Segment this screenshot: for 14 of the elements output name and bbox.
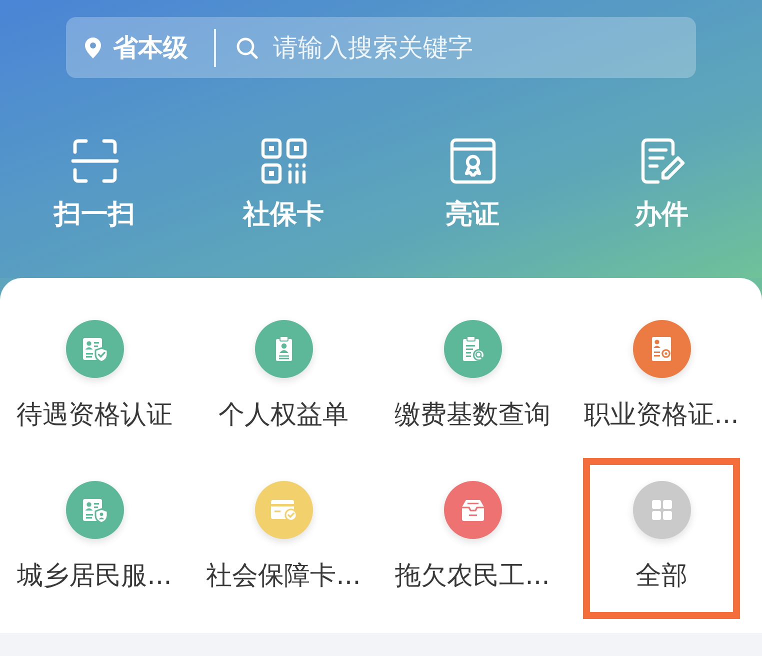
- service-button[interactable]: 全部: [583, 458, 740, 619]
- service-button[interactable]: 缴费基数查询: [381, 297, 564, 458]
- service-button[interactable]: 社会保障卡...: [192, 458, 375, 619]
- service-button[interactable]: 拖欠农民工...: [381, 458, 564, 619]
- service-button[interactable]: 城乡居民服...: [3, 458, 186, 619]
- scan-icon: [70, 137, 118, 185]
- service-button[interactable]: 待遇资格认证: [3, 297, 186, 458]
- search-icon: [236, 36, 258, 58]
- certificate-icon: [448, 137, 496, 185]
- service-button[interactable]: 个人权益单: [192, 297, 375, 458]
- location-pin-icon: [84, 36, 102, 58]
- service-button[interactable]: 职业资格证...: [570, 297, 753, 458]
- qr-code-icon: [260, 137, 308, 185]
- search-field[interactable]: 请输入搜索关键字: [273, 30, 684, 66]
